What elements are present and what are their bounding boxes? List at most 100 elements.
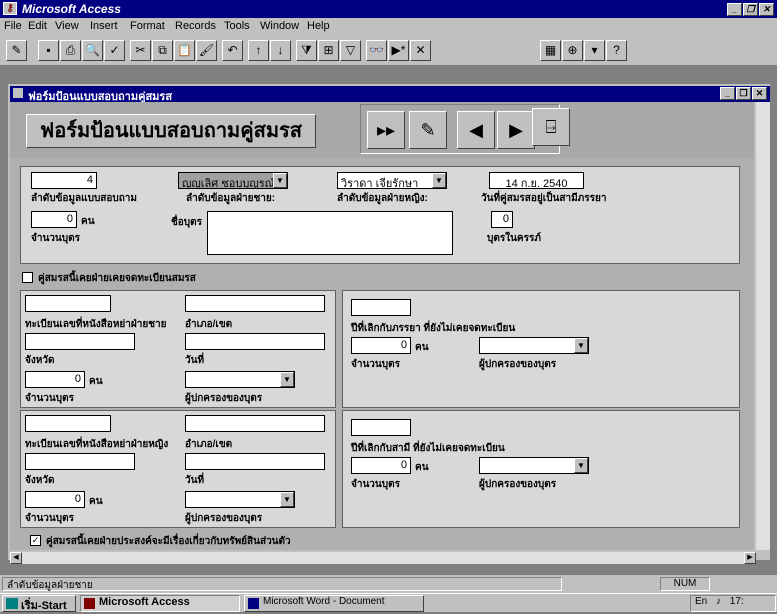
menu-view[interactable]: View [55,20,79,32]
menu-insert[interactable]: Insert [90,20,118,32]
chevron-down-icon[interactable]: ▼ [574,338,588,353]
menu-tools[interactable]: Tools [224,20,250,32]
husband-children-field[interactable]: 0 [25,371,85,388]
husband-reg-no-field[interactable] [25,295,111,312]
menu-window[interactable]: Window [260,20,299,32]
access-key-icon[interactable]: ⚷ [3,2,17,15]
child-restore-icon[interactable]: ❐ [736,87,751,100]
husband-unreg-year-field[interactable] [351,419,411,436]
horizontal-scrollbar[interactable]: ◀ ▶ [10,552,756,564]
save-icon[interactable]: ▪ [38,40,59,61]
child-minimize-icon[interactable]: _ [720,87,735,100]
help-icon[interactable]: ? [606,40,627,61]
menu-file[interactable]: File [4,20,22,32]
wife-unreg-guardian-combo[interactable]: ▼ [479,337,589,354]
chevron-down-icon[interactable]: ▼ [432,173,446,188]
property-checkbox[interactable]: ✓ [30,535,41,546]
unborn-field[interactable]: 0 [491,211,513,228]
divorce-checkbox[interactable] [22,272,33,283]
new-object-dropdown-icon[interactable]: ▾ [584,40,605,61]
print-icon[interactable]: ⎙ [60,40,81,61]
restore-icon[interactable]: ❐ [743,3,758,16]
spelling-icon[interactable]: ✓ [104,40,125,61]
exit-door-icon[interactable]: ⍈ [532,108,570,146]
divorce-checkbox-label: คู่สมรสนี้เคยฝ่ายเคยจดทะเบียนสมรส [38,273,196,284]
status-bar: ลำดับข้อมูลฝ่ายชาย NUM [0,575,777,593]
menu-records[interactable]: Records [175,20,216,32]
chevron-down-icon[interactable]: ▼ [574,458,588,473]
husband-unreg-panel: ปีที่เลิกกับสามี ที่ยังไม่เคยจดทะเบียน 0… [342,410,740,528]
children-names-field[interactable] [207,211,453,255]
filter-selection-icon[interactable]: ⧩ [296,40,317,61]
sort-descending-icon[interactable]: ↓ [270,40,291,61]
husband-unreg-children-unit: คน [415,462,429,473]
menu-help[interactable]: Help [307,20,330,32]
husband-date-label: วันที่ [185,355,205,366]
wife-unreg-guardian-label: ผู้ปกครองของบุตร [479,359,557,370]
new-record-icon[interactable]: ▶* [388,40,409,61]
menu-edit[interactable]: Edit [28,20,47,32]
husband-unreg-children-field[interactable]: 0 [351,457,411,474]
copy-icon[interactable]: ⧉ [152,40,173,61]
design-view-icon[interactable]: ✎ [6,40,27,61]
wife-province-field[interactable] [25,453,135,470]
apply-filter-icon[interactable]: ▽ [340,40,361,61]
chevron-down-icon[interactable]: ▼ [280,492,294,507]
find-icon[interactable]: 👓 [366,40,387,61]
taskbar-word[interactable]: Microsoft Word - Document [244,595,424,612]
form-icon[interactable] [13,88,23,98]
wife-unreg-year-field[interactable] [351,299,411,316]
husband-province-field[interactable] [25,333,135,350]
wife-unreg-children-field[interactable]: 0 [351,337,411,354]
new-object-icon[interactable]: ⊕ [562,40,583,61]
wife-combo[interactable]: วิราดา เจียรักษา ▼ [337,172,447,189]
child-close-icon[interactable]: ✕ [752,87,767,100]
print-preview-icon[interactable]: 🔍 [82,40,103,61]
wife-province-label: จังหวัด [25,475,55,486]
wife-children-field[interactable]: 0 [25,491,85,508]
husband-district-field[interactable] [185,295,325,312]
husband-district-label: อำเภอ/เขต [185,319,233,330]
wife-guardian-combo[interactable]: ▼ [185,491,295,508]
wife-unreg-title-label: ปีที่เลิกกับภรรยา ที่ยังไม่เคยจดทะเบียน [351,323,516,334]
database-window-icon[interactable]: ▦ [540,40,561,61]
start-button[interactable]: เริ่ม-Start [2,595,76,612]
scroll-right-icon[interactable]: ▶ [744,552,756,564]
husband-unreg-guardian-combo[interactable]: ▼ [479,457,589,474]
speaker-icon[interactable]: ♪ [716,596,721,607]
wife-date-field[interactable] [185,453,325,470]
wife-reg-no-field[interactable] [25,415,111,432]
chevron-down-icon[interactable]: ▼ [280,372,294,387]
children-label: จำนวนบุตร [31,233,80,244]
delete-record-icon[interactable]: ✕ [410,40,431,61]
husband-combo[interactable]: ญูญเลิศ ชอบบุญรณ์ ▼ [178,172,288,189]
sort-ascending-icon[interactable]: ↑ [248,40,269,61]
scroll-left-icon[interactable]: ◀ [10,552,22,564]
minimize-icon[interactable]: _ [727,3,742,16]
menu-format[interactable]: Format [130,20,165,32]
format-painter-icon[interactable]: 🖌 [196,40,217,61]
taskbar-access[interactable]: Microsoft Access [80,595,240,612]
husband-date-field[interactable] [185,333,325,350]
cut-icon[interactable]: ✂ [130,40,151,61]
language-indicator[interactable]: En [695,596,707,607]
paste-icon[interactable]: 📋 [174,40,195,61]
edit-pencil-icon[interactable]: ✎ [409,111,447,149]
questionnaire-no-field[interactable]: 4 [31,172,97,189]
next-record-icon[interactable]: ▶ [497,111,535,149]
undo-icon[interactable]: ↶ [222,40,243,61]
children-unit: คน [81,216,95,227]
wife-children-unit: คน [89,496,103,507]
vertical-scrollbar[interactable] [756,102,770,550]
husband-guardian-combo[interactable]: ▼ [185,371,295,388]
marriage-date-field[interactable]: 14 ก.ย. 2540 [489,172,584,189]
filter-form-icon[interactable]: ⊞ [318,40,339,61]
husband-reg-no-label: ทะเบียนเลขที่หนังสือหย่าฝ่ายชาย [25,319,167,330]
wife-district-field[interactable] [185,415,325,432]
last-record-icon[interactable]: ▸▸ [367,111,405,149]
husband-guardian-label: ผู้ปกครองของบุตร [185,393,263,404]
close-icon[interactable]: ✕ [759,3,774,16]
previous-record-icon[interactable]: ◀ [457,111,495,149]
chevron-down-icon[interactable]: ▼ [273,173,287,188]
children-count-field[interactable]: 0 [31,211,77,228]
